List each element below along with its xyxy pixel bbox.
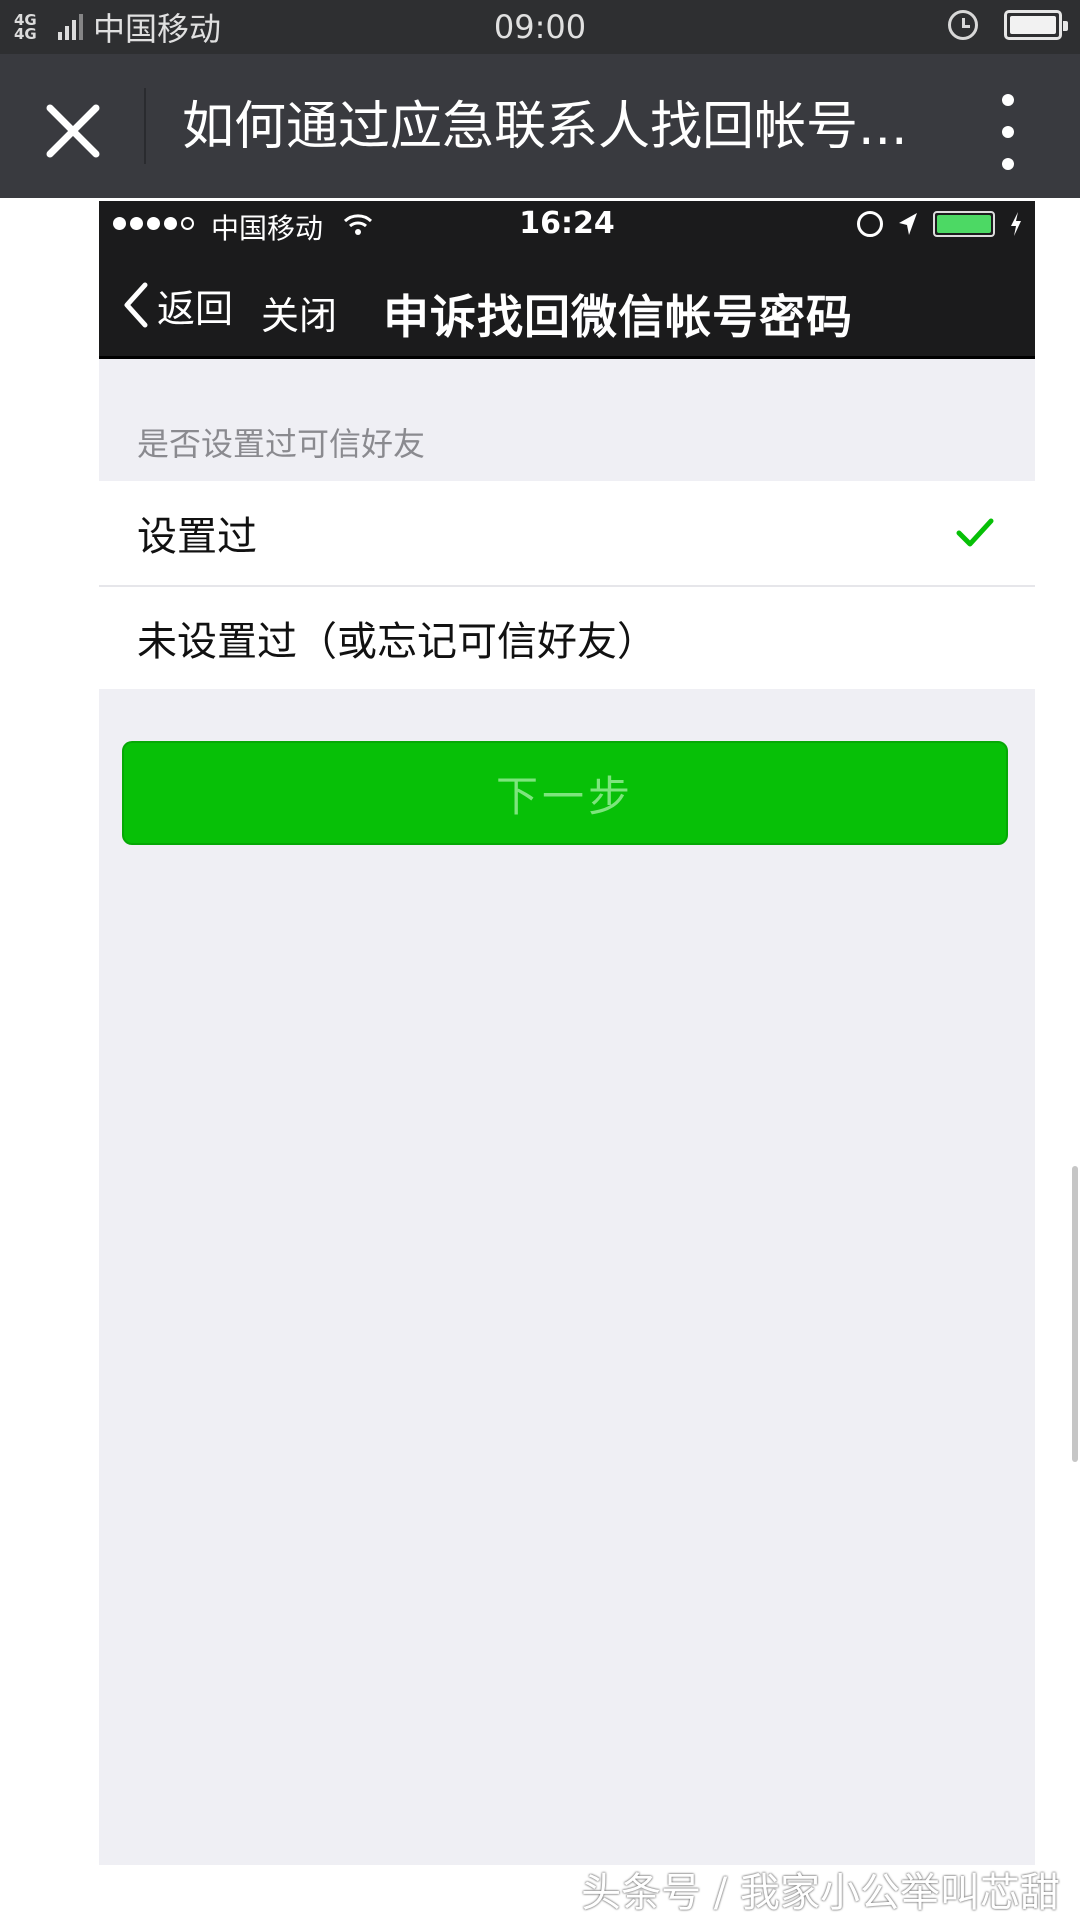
system-status-bar: 4G 4G 中国移动 09:00	[0, 0, 1080, 54]
charging-bolt-icon	[1011, 212, 1021, 236]
option-label: 未设置过（或忘记可信好友）	[137, 619, 657, 665]
more-menu-icon[interactable]	[990, 94, 1026, 170]
ios-navigation-bar: 返回 关闭 申诉找回微信帐号密码	[99, 249, 1035, 359]
back-button[interactable]: 返回	[121, 279, 233, 331]
embedded-screenshot: 中国移动 16:24 返回 关闭 申诉找回微信帐号密码 是否设置过可信好友 设置…	[99, 201, 1035, 1865]
option-label: 设置过	[137, 514, 257, 560]
status-time: 09:00	[493, 8, 587, 46]
chevron-left-icon	[124, 282, 148, 328]
ios-status-right	[857, 211, 1023, 237]
option-set-trusted-friends[interactable]: 设置过	[99, 481, 1035, 585]
page-title: 如何通过应急联系人找回帐号...	[182, 97, 908, 157]
section-header: 是否设置过可信好友	[137, 425, 426, 463]
battery-icon	[1004, 10, 1068, 40]
alarm-icon	[948, 10, 978, 40]
checkmark-icon	[956, 518, 994, 547]
option-not-set-trusted-friends[interactable]: 未设置过（或忘记可信好友）	[99, 585, 1035, 689]
webview-title-bar: 如何通过应急联系人找回帐号...	[0, 54, 1080, 198]
watermark: 头条号 / 我家小公举叫芯甜	[581, 1870, 1060, 1916]
location-arrow-icon	[899, 213, 917, 235]
option-list: 设置过 未设置过（或忘记可信好友）	[99, 481, 1035, 689]
ios-status-bar: 中国移动 16:24	[99, 201, 1035, 249]
back-label: 返回	[157, 286, 234, 331]
rotation-lock-icon	[857, 211, 883, 237]
nav-title: 申诉找回微信帐号密码	[383, 290, 853, 344]
close-link[interactable]: 关闭	[261, 285, 337, 340]
title-divider	[144, 88, 146, 164]
status-right	[948, 10, 1068, 40]
next-step-button[interactable]: 下一步	[122, 741, 1008, 845]
close-icon[interactable]	[38, 96, 108, 166]
page-scrollbar[interactable]	[1072, 1166, 1078, 1462]
ios-battery-icon	[933, 211, 995, 237]
